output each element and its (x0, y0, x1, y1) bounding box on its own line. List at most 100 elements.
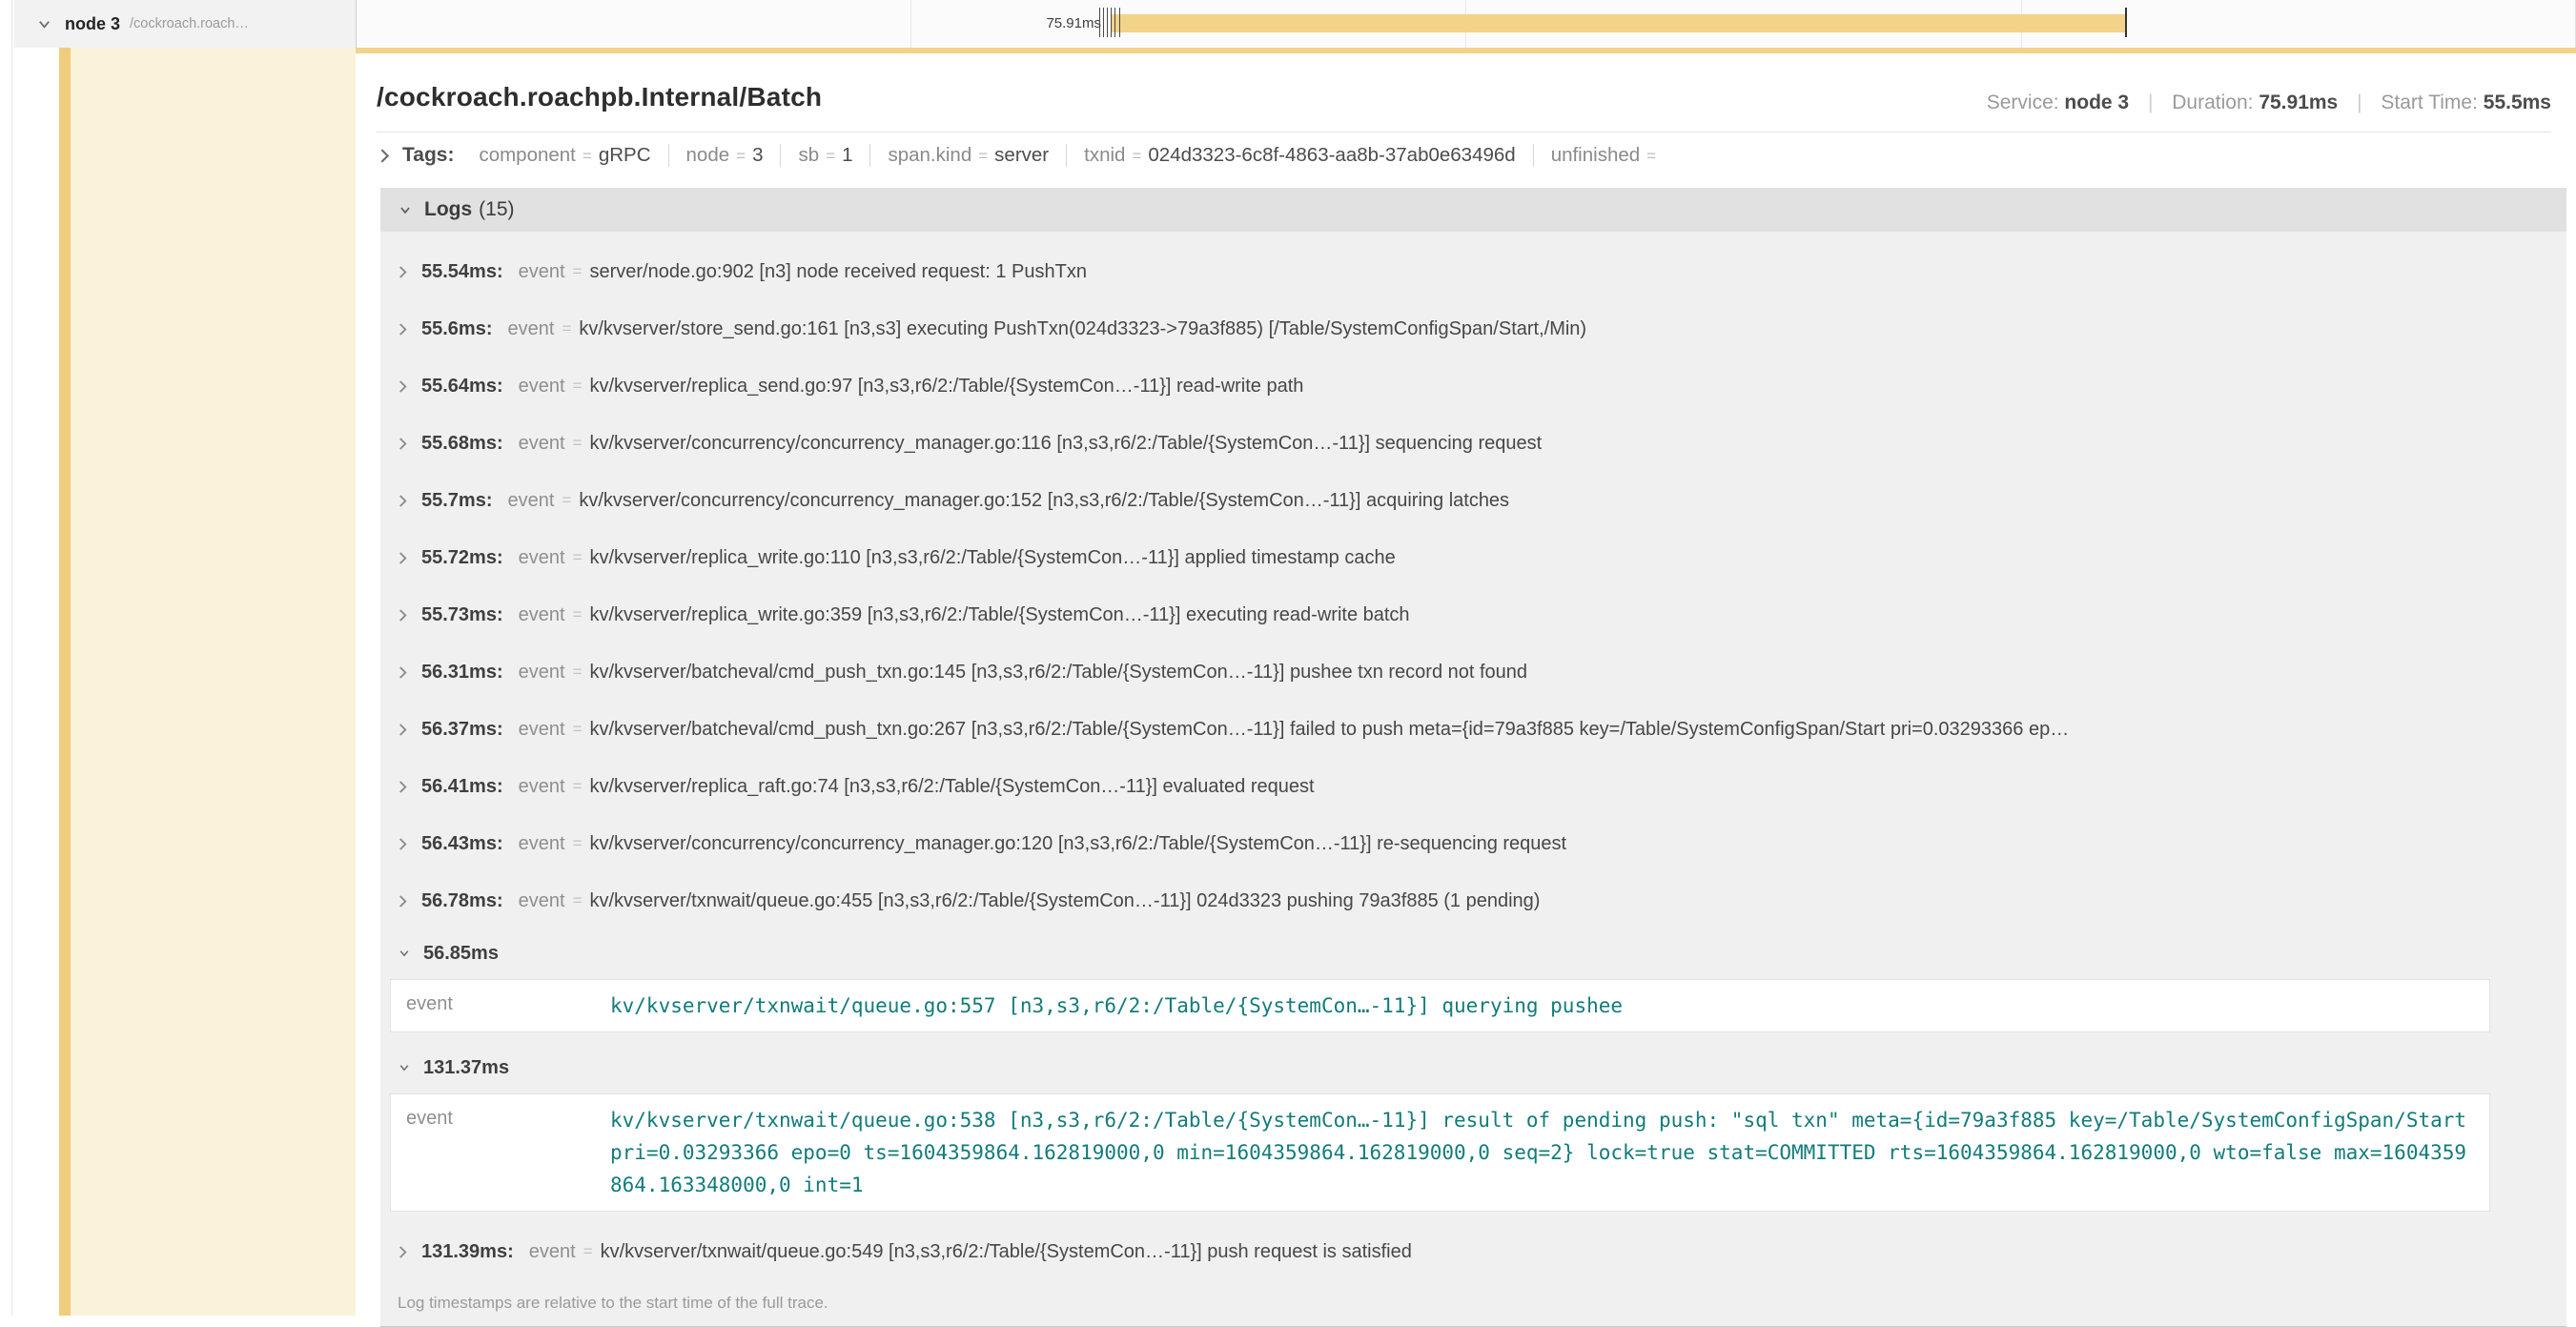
chevron-down-icon[interactable] (37, 17, 51, 31)
log-marker-tick (1103, 8, 1104, 37)
log-marker-tick-end (2125, 8, 2127, 37)
log-entry-expanded-header[interactable]: 56.85ms (380, 929, 2566, 977)
duration-value: 75.91ms (2259, 92, 2338, 113)
chevron-right-icon[interactable] (398, 437, 408, 451)
log-field-key: event (519, 890, 565, 912)
log-entry-collapsed[interactable]: 55.54ms:event=server/node.go:902 [n3] no… (380, 243, 2566, 300)
log-timestamp: 56.31ms: (421, 662, 503, 684)
log-equals: = (573, 834, 583, 853)
span-color-stripe (59, 48, 71, 1316)
chevron-right-icon[interactable] (378, 148, 391, 164)
chevron-down-icon[interactable] (398, 1062, 411, 1073)
log-entry-collapsed[interactable]: 131.39ms:event=kv/kvserver/txnwait/queue… (380, 1223, 2566, 1280)
chevron-right-icon[interactable] (398, 551, 408, 565)
log-entry-collapsed[interactable]: 56.31ms: event = kv/kvserver/batcheval/cmd_… (380, 643, 2566, 701)
log-message: kv/kvserver/concurrency/concurrency_mana… (579, 490, 1509, 512)
log-detail-table-row: eventkv/kvserver/txnwait/queue.go:538 [n… (390, 1093, 2490, 1212)
logs-accordion: Logs (15) 55.54ms:event=server/node.go:9… (380, 188, 2566, 1327)
log-field-key: event (519, 433, 565, 455)
log-field-key: event (519, 662, 565, 684)
duration-label: Duration: (2172, 92, 2253, 113)
log-equals: = (573, 262, 583, 281)
log-timestamp: 56.37ms: (421, 719, 503, 741)
log-marker-tick (1107, 8, 1108, 37)
log-field-key: event (519, 376, 565, 398)
log-entry-collapsed[interactable]: 55.6ms:event=kv/kvserver/store_send.go:1… (380, 300, 2566, 357)
tag-item: unfinished= (1533, 144, 1680, 167)
log-field-key: event (519, 833, 565, 855)
chevron-right-icon[interactable] (398, 494, 408, 508)
log-message: kv/kvserver/batcheval/cmd_push_txn.go:14… (590, 662, 1528, 684)
log-entry-collapsed[interactable]: 55.68ms:event=kv/kvserver/concurrency/co… (380, 415, 2566, 472)
chevron-right-icon[interactable] (398, 837, 408, 851)
expanded-row-name-column[interactable] (71, 48, 356, 1316)
tag-item: node=3 (668, 144, 781, 167)
log-equals: = (562, 319, 571, 338)
log-field-key: event (529, 1241, 576, 1263)
log-field-value: kv/kvserver/txnwait/queue.go:557 [n3,s3,… (610, 990, 1623, 1022)
tag-item: sb=1 (780, 144, 869, 167)
chevron-right-icon[interactable] (398, 665, 408, 680)
log-marker-tick (1114, 8, 1115, 37)
log-entry-collapsed[interactable]: 55.73ms:event=kv/kvserver/replica_write.… (380, 586, 2566, 643)
log-field-key: event (519, 261, 565, 283)
log-equals: = (573, 891, 583, 910)
timeline-gridline (910, 0, 911, 48)
log-equals: = (562, 491, 571, 510)
log-timestamp: 131.39ms: (421, 1241, 514, 1263)
chevron-right-icon[interactable] (398, 723, 408, 737)
log-entry-collapsed[interactable]: 56.41ms:event=kv/kvserver/replica_raft.g… (380, 758, 2566, 815)
log-entry-expanded-header[interactable]: 131.37ms (380, 1044, 2566, 1092)
logs-accordion-header[interactable]: Logs (15) (380, 188, 2566, 232)
chevron-down-icon[interactable] (398, 204, 413, 216)
log-field-key: event (519, 604, 565, 626)
chevron-right-icon[interactable] (398, 608, 408, 623)
log-message: kv/kvserver/replica_write.go:110 [n3,s3,… (590, 547, 1396, 569)
service-value: node 3 (2064, 92, 2129, 113)
log-timestamp: 56.41ms: (421, 776, 503, 798)
chevron-right-icon[interactable] (398, 780, 408, 794)
chevron-right-icon[interactable] (398, 1245, 408, 1259)
log-marker-tick (1111, 8, 1112, 37)
tag-value: 3 (752, 144, 763, 167)
log-field-key: event (519, 776, 565, 798)
tag-equals: = (1132, 147, 1141, 166)
log-message: kv/kvserver/txnwait/queue.go:455 [n3,s3,… (590, 890, 1541, 912)
tag-value: server (994, 144, 1049, 167)
stat-separator: | (2357, 92, 2361, 113)
log-entry-collapsed[interactable]: 56.37ms:event=kv/kvserver/batcheval/cmd_… (380, 701, 2566, 758)
tag-key: txnid (1084, 144, 1125, 167)
log-detail-table-row: eventkv/kvserver/txnwait/queue.go:557 [n… (390, 979, 2490, 1032)
log-message: server/node.go:902 [n3] node received re… (590, 261, 1087, 283)
log-timestamp: 131.37ms (423, 1057, 509, 1079)
log-entry-collapsed[interactable]: 56.43ms:event=kv/kvserver/concurrency/co… (380, 815, 2566, 872)
tag-key: component (479, 144, 575, 167)
log-message: kv/kvserver/concurrency/concurrency_mana… (590, 833, 1567, 855)
log-timestamp: 56.78ms: (421, 890, 503, 912)
log-field-key: event (406, 990, 610, 1022)
log-timestamp: 55.64ms: (421, 376, 503, 398)
tag-equals: = (826, 147, 835, 166)
log-entry-collapsed[interactable]: 55.64ms:event=kv/kvserver/replica_send.g… (380, 357, 2566, 415)
viewport-left-border (11, 0, 12, 1316)
chevron-right-icon[interactable] (398, 379, 408, 394)
tag-list: component=gRPCnode=3sb=1span.kind=server… (461, 144, 1680, 167)
header-divider (377, 132, 2551, 133)
chevron-right-icon[interactable] (398, 894, 408, 908)
log-entry-collapsed[interactable]: 56.78ms: event = kv/kvserver/txnwait/queue.… (380, 872, 2566, 929)
log-entry-collapsed[interactable]: 55.7ms:event=kv/kvserver/concurrency/con… (380, 472, 2566, 529)
span-duration-bar[interactable] (1112, 14, 2126, 32)
stat-separator: | (2148, 92, 2153, 113)
span-name-cell[interactable]: node 3 /cockroach.roach… (14, 0, 357, 48)
log-entry-collapsed[interactable]: 55.72ms:event=kv/kvserver/replica_write.… (380, 529, 2566, 586)
log-equals: = (573, 663, 583, 682)
span-duration-label: 75.91ms (966, 0, 1101, 48)
log-equals: = (573, 777, 583, 796)
log-field-key: event (406, 1104, 610, 1201)
chevron-down-icon[interactable] (398, 948, 411, 959)
chevron-right-icon[interactable] (398, 322, 408, 337)
tags-accordion[interactable]: Tags: component=gRPCnode=3sb=1span.kind=… (356, 133, 2576, 180)
span-timeline-row[interactable]: node 3 /cockroach.roach… 75.91ms (12, 0, 2576, 48)
tag-equals: = (583, 147, 592, 166)
chevron-right-icon[interactable] (398, 265, 408, 279)
